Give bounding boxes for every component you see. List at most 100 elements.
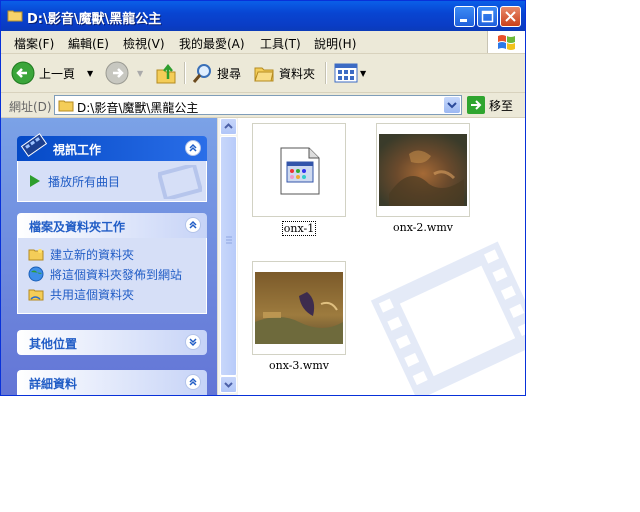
- publish-web-label: 將這個資料夾發佈到網站: [50, 267, 183, 282]
- search-button[interactable]: 搜尋: [191, 60, 241, 86]
- chevron-down-icon: [447, 102, 457, 109]
- new-folder-link[interactable]: 建立新的資料夾: [18, 244, 206, 264]
- play-icon: [30, 175, 40, 187]
- back-button[interactable]: 上一頁 ▼: [11, 60, 93, 86]
- film-watermark-icon: [370, 241, 525, 395]
- file-name: onx-2.wmv: [393, 221, 453, 234]
- search-icon: [192, 64, 211, 83]
- menu-edit[interactable]: 編輯(E): [68, 35, 109, 52]
- file-tasks-panel: 檔案及資料夾工作 建立新的資料夾 將這個資料夾發佈到網站 共用這個資料夾: [17, 213, 207, 314]
- share-folder-label: 共用這個資料夾: [50, 287, 135, 302]
- folder-icon: [58, 100, 74, 112]
- shared-folder-icon: [28, 289, 44, 301]
- menu-view[interactable]: 檢視(V): [123, 35, 165, 52]
- forward-arrow-icon: [105, 61, 129, 85]
- globe-icon: [28, 266, 44, 282]
- scroll-up-button[interactable]: [220, 118, 237, 135]
- menu-help[interactable]: 說明(H): [314, 35, 356, 52]
- go-arrow-icon: [467, 96, 485, 114]
- share-folder-link[interactable]: 共用這個資料夾: [18, 284, 206, 304]
- address-dropdown-button[interactable]: [444, 97, 460, 113]
- minimize-button[interactable]: [454, 6, 475, 27]
- scroll-thumb[interactable]: [220, 136, 237, 376]
- file-item[interactable]: onx-2.wmv: [373, 123, 473, 234]
- forward-button[interactable]: ▼: [105, 60, 143, 86]
- address-input[interactable]: D:\影音\魔獸\黑龍公主: [54, 95, 462, 115]
- go-button[interactable]: 移至: [467, 96, 513, 114]
- search-label: 搜尋: [217, 66, 242, 81]
- folder-icon: [7, 10, 23, 22]
- chevron-up-icon: [189, 143, 197, 152]
- chevron-down-icon: [189, 338, 197, 347]
- back-arrow-icon: [11, 61, 35, 85]
- address-label: 網址(D): [9, 100, 52, 114]
- file-name: onx-3.wmv: [269, 359, 329, 372]
- arrow-up-icon: [224, 123, 233, 129]
- folders-label: 資料夾: [279, 66, 316, 81]
- collapse-button[interactable]: [185, 217, 201, 233]
- publish-web-link[interactable]: 將這個資料夾發佈到網站: [18, 264, 206, 284]
- video-tasks-title: 視訊工作: [53, 143, 102, 157]
- collapse-button[interactable]: [185, 140, 201, 156]
- film-strip-icon: [20, 133, 48, 157]
- other-places-panel: 其他位置: [17, 330, 207, 355]
- back-dropdown-icon[interactable]: ▼: [87, 69, 93, 78]
- other-places-title: 其他位置: [29, 337, 78, 351]
- menu-favorites[interactable]: 我的最愛(A): [179, 35, 245, 52]
- file-item[interactable]: onx-1: [249, 123, 349, 236]
- window-title: D:\影音\魔獸\黑龍公主: [27, 12, 162, 27]
- back-label: 上一頁: [39, 66, 76, 81]
- collapse-button[interactable]: [185, 374, 201, 390]
- grip-icon: [226, 236, 232, 244]
- file-thumbnail: [376, 123, 470, 217]
- video-thumbnail-image: [379, 134, 467, 206]
- up-folder-icon: [156, 63, 176, 84]
- folders-button[interactable]: 資料夾: [253, 60, 315, 86]
- details-title: 詳細資料: [29, 377, 78, 391]
- address-value: D:\影音\魔獸\黑龍公主: [77, 101, 199, 115]
- views-button[interactable]: ▼: [334, 60, 366, 86]
- scroll-down-button[interactable]: [220, 376, 237, 393]
- windows-flag-icon: [498, 35, 515, 50]
- details-header[interactable]: 詳細資料: [17, 370, 207, 395]
- menu-bar: 檔案(F) 編輯(E) 檢視(V) 我的最愛(A) 工具(T) 說明(H): [1, 31, 525, 54]
- new-folder-icon: [28, 249, 44, 261]
- task-pane: 視訊工作 播放所有曲目 檔案及資料夾工作 建立新的資料夾 將這個資料夾發佈到網站…: [1, 118, 217, 395]
- details-panel: 詳細資料: [17, 370, 207, 395]
- expand-button[interactable]: [185, 334, 201, 350]
- chevron-up-icon: [189, 220, 197, 229]
- close-icon: [505, 11, 516, 22]
- file-list-view[interactable]: onx-1 onx-2.wmv onx-3.wmv: [238, 118, 525, 395]
- title-bar[interactable]: D:\影音\魔獸\黑龍公主: [1, 1, 525, 31]
- forward-dropdown-icon[interactable]: ▼: [137, 69, 143, 78]
- video-tasks-body: 播放所有曲目: [17, 161, 207, 202]
- play-all-label: 播放所有曲目: [48, 174, 121, 189]
- file-thumbnail: [252, 123, 346, 217]
- folders-icon: [254, 67, 274, 82]
- file-name: onx-1: [281, 221, 317, 236]
- file-item[interactable]: onx-3.wmv: [249, 261, 349, 372]
- views-icon: [334, 63, 358, 83]
- task-pane-scrollbar[interactable]: [217, 118, 238, 395]
- maximize-icon: [481, 10, 494, 23]
- file-tasks-header[interactable]: 檔案及資料夾工作: [17, 213, 207, 238]
- maximize-button[interactable]: [477, 6, 498, 27]
- file-tasks-title: 檔案及資料夾工作: [29, 220, 126, 234]
- play-all-link[interactable]: 播放所有曲目: [18, 161, 206, 191]
- menu-file[interactable]: 檔案(F): [14, 35, 54, 52]
- video-tasks-panel: 視訊工作 播放所有曲目: [17, 133, 207, 202]
- address-bar: 網址(D) D:\影音\魔獸\黑龍公主 移至: [1, 93, 525, 118]
- file-tasks-body: 建立新的資料夾 將這個資料夾發佈到網站 共用這個資料夾: [17, 238, 207, 314]
- arrow-down-icon: [224, 382, 233, 388]
- other-places-header[interactable]: 其他位置: [17, 330, 207, 355]
- video-tasks-header[interactable]: 視訊工作: [17, 133, 207, 161]
- close-button[interactable]: [500, 6, 521, 27]
- chevron-up-icon: [189, 377, 197, 386]
- windows-logo: [487, 31, 525, 53]
- menu-tools[interactable]: 工具(T): [260, 35, 301, 52]
- go-label: 移至: [489, 98, 514, 113]
- video-thumbnail-image: [255, 272, 343, 344]
- generic-video-file-icon: [280, 147, 320, 195]
- views-dropdown-icon[interactable]: ▼: [360, 69, 366, 78]
- up-folder-button[interactable]: [154, 60, 178, 86]
